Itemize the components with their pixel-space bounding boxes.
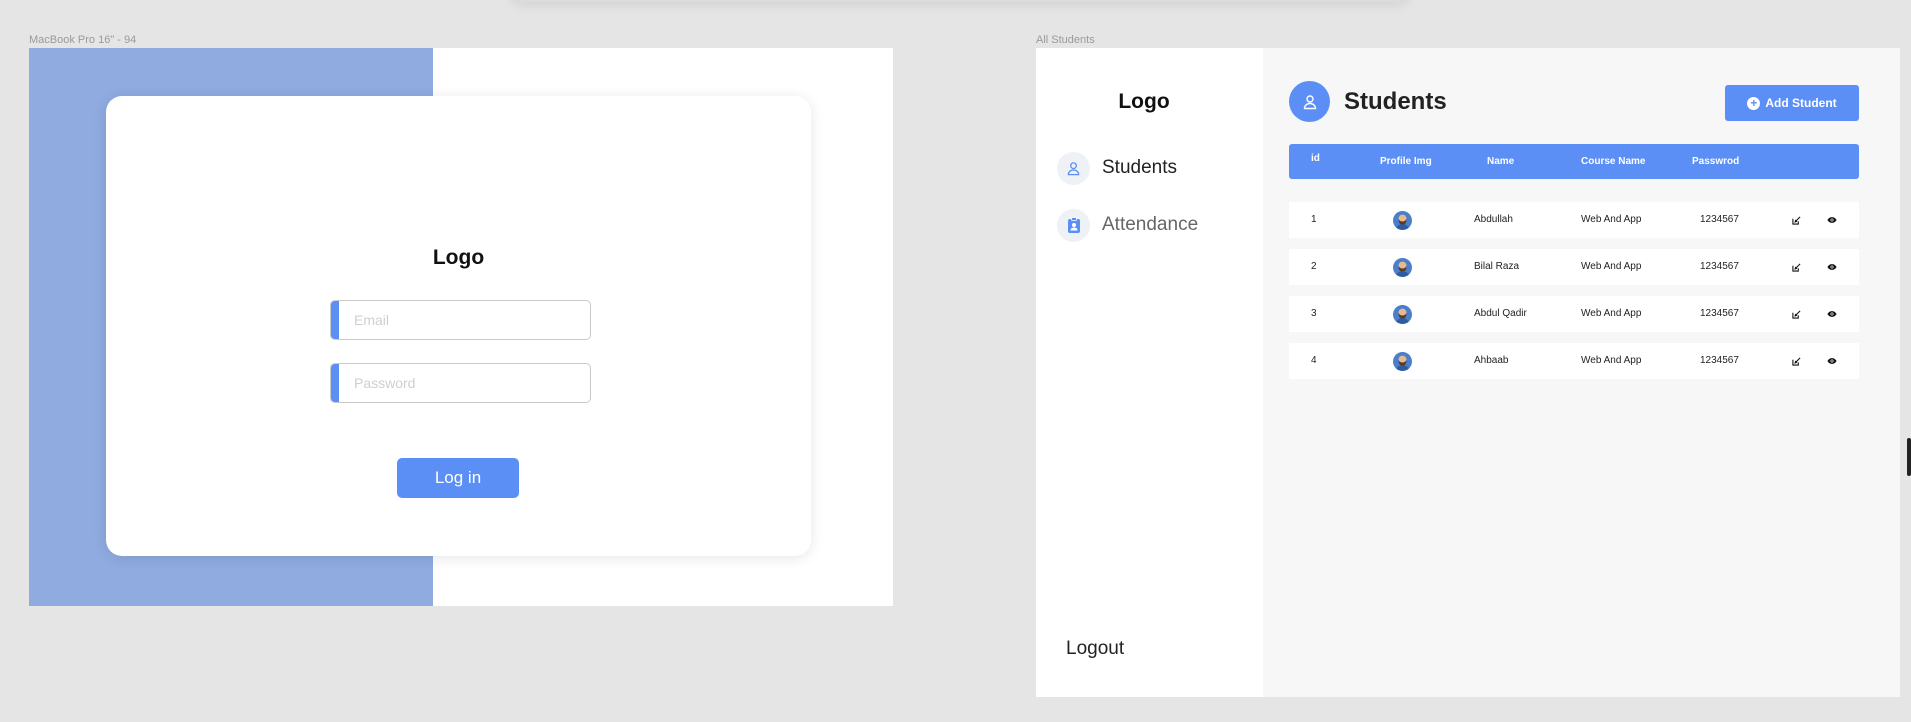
login-card: Logo Log in (106, 96, 811, 556)
cell-course: Web And App (1581, 355, 1642, 366)
cell-course: Web And App (1581, 308, 1642, 319)
logout-button[interactable]: Logout (1066, 638, 1124, 660)
sidebar-item-attendance[interactable]: Attendance (1057, 208, 1198, 242)
cell-id: 1 (1311, 214, 1317, 225)
cell-password: 1234567 (1700, 214, 1739, 225)
plus-circle-icon: + (1747, 96, 1761, 110)
email-field[interactable] (339, 301, 590, 339)
avatar (1393, 305, 1412, 324)
table-row[interactable]: 3 Abdul Qadir Web And App 1234567 (1289, 296, 1859, 332)
sidebar-item-students[interactable]: Students (1057, 151, 1177, 185)
cell-password: 1234567 (1700, 308, 1739, 319)
cell-name: Abdul Qadir (1474, 308, 1527, 319)
table-row[interactable]: 1 Abdullah Web And App 1234567 (1289, 202, 1859, 238)
table-row[interactable]: 2 Bilal Raza Web And App 1234567 (1289, 249, 1859, 285)
cell-course: Web And App (1581, 214, 1642, 225)
table-header: id Profile Img Name Course Name Passwrod (1289, 144, 1859, 179)
add-student-button[interactable]: + Add Student (1725, 85, 1859, 121)
column-header-profile-img: Profile Img (1380, 156, 1432, 167)
cell-name: Ahbaab (1474, 355, 1509, 366)
view-icon[interactable] (1825, 354, 1839, 368)
column-header-password: Passwrod (1692, 156, 1740, 167)
cell-password: 1234567 (1700, 355, 1739, 366)
cell-name: Abdullah (1474, 214, 1513, 225)
cell-id: 4 (1311, 355, 1317, 366)
cell-id: 3 (1311, 308, 1317, 319)
user-icon (1289, 81, 1330, 122)
password-field-accent (331, 364, 339, 402)
login-logo: Logo (432, 246, 485, 269)
cell-course: Web And App (1581, 261, 1642, 272)
login-button[interactable]: Log in (397, 458, 519, 498)
page-title: Students (1344, 88, 1447, 115)
sidebar-item-label: Students (1102, 157, 1177, 178)
view-icon[interactable] (1825, 307, 1839, 321)
scrollbar-handle[interactable] (1907, 438, 1911, 476)
clipboard-user-icon (1057, 208, 1090, 242)
column-header-name: Name (1487, 156, 1515, 167)
user-icon (1057, 151, 1090, 185)
column-header-id: id (1311, 153, 1320, 164)
students-frame: Logo Students Attendance Logout Students… (1036, 48, 1900, 697)
cell-name: Bilal Raza (1474, 261, 1520, 272)
top-shadow-bar (510, 0, 1410, 2)
table-row[interactable]: 4 Ahbaab Web And App 1234567 (1289, 343, 1859, 379)
sidebar-item-label: Attendance (1102, 214, 1199, 235)
main-content: Students + Add Student id Profile Img Na… (1263, 48, 1900, 697)
edit-icon[interactable] (1789, 260, 1803, 274)
column-header-course-name: Course Name (1581, 156, 1646, 167)
right-frame-label: All Students (1036, 34, 1095, 46)
login-frame: Logo Log in (29, 48, 893, 606)
password-field-wrapper (330, 363, 591, 403)
edit-icon[interactable] (1789, 307, 1803, 321)
cell-password: 1234567 (1700, 261, 1739, 272)
avatar (1393, 211, 1412, 230)
sidebar-logo: Logo (1118, 90, 1170, 113)
view-icon[interactable] (1825, 260, 1839, 274)
add-student-label: Add Student (1765, 96, 1837, 110)
avatar (1393, 352, 1412, 371)
view-icon[interactable] (1825, 213, 1839, 227)
password-field[interactable] (339, 364, 590, 402)
email-field-accent (331, 301, 339, 339)
sidebar: Logo Students Attendance Logout (1036, 48, 1263, 697)
edit-icon[interactable] (1789, 354, 1803, 368)
email-field-wrapper (330, 300, 591, 340)
cell-id: 2 (1311, 261, 1317, 272)
avatar (1393, 258, 1412, 277)
edit-icon[interactable] (1789, 213, 1803, 227)
left-frame-label: MacBook Pro 16" - 94 (29, 34, 137, 46)
